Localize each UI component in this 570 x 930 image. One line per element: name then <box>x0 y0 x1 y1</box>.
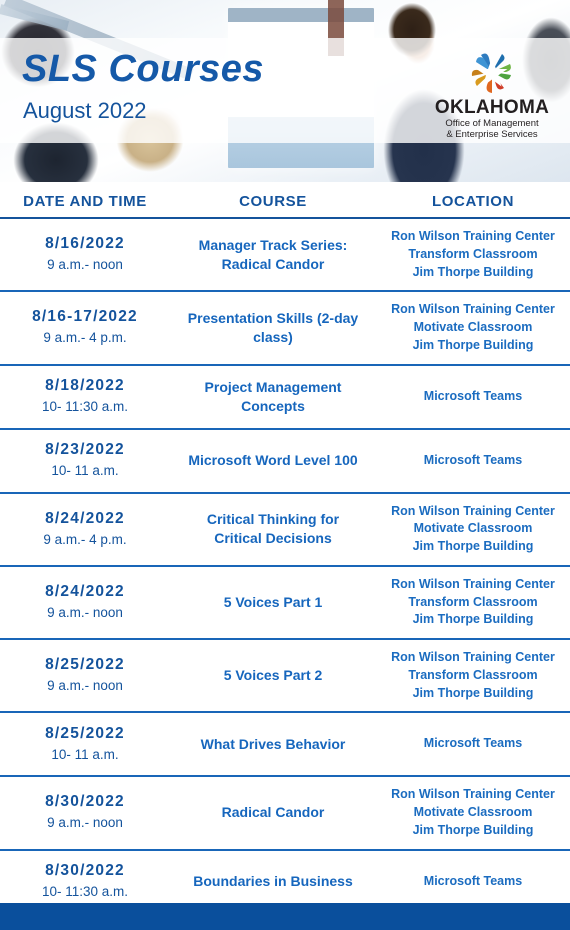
cell-date-and-time: 8/30/2022 9 a.m.- noon <box>0 783 170 842</box>
page-subtitle: August 2022 <box>23 98 147 123</box>
location-line: Ron Wilson Training Center <box>391 650 555 664</box>
course-time: 9 a.m.- noon <box>47 815 123 831</box>
table-row: 8/30/2022 9 a.m.- noon Radical Candor Ron W… <box>0 777 570 851</box>
cell-date-and-time: 8/25/2022 10- 11 a.m. <box>0 715 170 774</box>
cell-location: Microsoft Teams <box>376 726 570 762</box>
course-date: 8/18/2022 <box>45 377 125 395</box>
location-line: Jim Thorpe Building <box>412 612 534 627</box>
location-line: Ron Wilson Training Center <box>391 787 555 802</box>
location-line: Microsoft Teams <box>423 452 523 467</box>
cell-course-title: Boundaries in Business <box>193 873 353 890</box>
oklahoma-omes-pinwheel-logo-icon <box>471 53 511 93</box>
cell-location: Ron Wilson Training Center Transform Clas… <box>376 219 570 290</box>
cell-course-title: Critical Thinking for Critical Decisions <box>206 511 340 547</box>
location-line: Jim Thorpe Building <box>412 685 534 700</box>
location-line: Microsoft Teams <box>423 873 523 888</box>
logo-agency-line-2: & Enterprise Services <box>446 129 538 141</box>
course-time: 9 a.m.- noon <box>47 678 123 694</box>
omes-logo: OKLAHOMA Office of Management & Enterpri… <box>432 47 552 140</box>
cell-location: Microsoft Teams <box>376 379 570 415</box>
column-header-date-and-time: DATE AND TIME <box>23 192 147 210</box>
cell-course-title: Microsoft Word Level 100 <box>188 452 358 469</box>
location-line: Jim Thorpe Building <box>412 264 534 279</box>
table-row: 8/23/2022 10- 11 a.m. Microsoft Word Level… <box>0 430 570 494</box>
cell-course-title: Project Management Concepts <box>204 378 342 414</box>
cell-location: Ron Wilson Training Center Motivate Class… <box>376 494 570 565</box>
location-line: Microsoft Teams <box>423 388 523 403</box>
cell-date-and-time: 8/23/2022 10- 11 a.m. <box>0 431 170 490</box>
cell-course-title: 5 Voices Part 1 <box>223 593 323 610</box>
course-date: 8/16-17/2022 <box>32 308 138 326</box>
table-row: 8/24/2022 9 a.m.- noon 5 Voices Part 1 Ron … <box>0 567 570 640</box>
cell-location: Ron Wilson Training Center Motivate Class… <box>376 292 570 363</box>
table-body: 8/16/2022 9 a.m.- noon Manager Track Serie… <box>0 219 570 915</box>
course-time: 10- 11 a.m. <box>51 463 119 479</box>
cell-date-and-time: 8/16-17/2022 9 a.m.- 4 p.m. <box>0 298 170 357</box>
footer-bar <box>0 903 570 930</box>
table-row: 8/16-17/2022 9 a.m.- 4 p.m. Presentation S… <box>0 292 570 366</box>
cell-course-title: Radical Candor <box>221 804 325 821</box>
page-title: SLS Courses <box>22 48 265 90</box>
cell-date-and-time: 8/18/2022 10- 11:30 a.m. <box>0 367 170 426</box>
location-line: Motivate Classroom <box>413 805 533 819</box>
column-header-location: LOCATION <box>431 192 514 210</box>
course-date: 8/30/2022 <box>45 793 125 811</box>
location-line: Jim Thorpe Building <box>412 539 534 553</box>
table-row: 8/18/2022 10- 11:30 a.m. Project Managemen… <box>0 366 570 430</box>
cell-date-and-time: 8/16/2022 9 a.m.- noon <box>0 225 170 284</box>
course-date: 8/30/2022 <box>45 862 125 880</box>
course-time: 9 a.m.- 4 p.m. <box>43 531 127 547</box>
cell-date-and-time: 8/24/2022 9 a.m.- 4 p.m. <box>0 500 170 559</box>
course-schedule-table: DATE AND TIME COURSE LOCATION 8/16/2022 9… <box>0 182 570 915</box>
course-time: 10- 11:30 a.m. <box>41 399 129 415</box>
location-line: Transform Classroom <box>408 667 538 682</box>
location-line: Motivate Classroom <box>413 320 533 334</box>
course-time: 10- 11 a.m. <box>51 746 119 762</box>
course-time: 10- 11:30 a.m. <box>41 884 129 900</box>
flyer-page: SLS Courses August 2022 OKLAHOMA Office … <box>0 0 570 930</box>
hero-banner: SLS Courses August 2022 OKLAHOMA Office … <box>0 0 570 182</box>
course-date: 8/16/2022 <box>45 235 125 253</box>
course-date: 8/25/2022 <box>45 656 125 674</box>
logo-agency-line-1: Office of Management <box>445 117 539 129</box>
location-line: Microsoft Teams <box>423 736 523 751</box>
table-row: 8/24/2022 9 a.m.- 4 p.m. Critical Thinking… <box>0 494 570 567</box>
course-time: 9 a.m.- 4 p.m. <box>43 330 127 346</box>
cell-date-and-time: 8/25/2022 9 a.m.- noon <box>0 646 170 705</box>
cell-course-title: 5 Voices Part 2 <box>223 667 323 684</box>
course-time: 9 a.m.- noon <box>47 257 123 273</box>
table-row: 8/25/2022 9 a.m.- noon 5 Voices Part 2 Ron … <box>0 640 570 714</box>
column-header-course: COURSE <box>239 192 307 210</box>
cell-course-title: What Drives Behavior <box>200 735 346 752</box>
location-line: Ron Wilson Training Center <box>391 302 555 317</box>
cell-location: Microsoft Teams <box>376 443 570 479</box>
location-line: Ron Wilson Training Center <box>391 503 555 518</box>
course-date: 8/25/2022 <box>45 724 125 742</box>
table-header-row: DATE AND TIME COURSE LOCATION <box>0 182 570 216</box>
course-date: 8/23/2022 <box>45 441 125 459</box>
cell-course-title: Presentation Skills (2-day class) <box>187 309 359 345</box>
course-time: 9 a.m.- noon <box>47 604 123 620</box>
cell-location: Ron Wilson Training Center Motivate Class… <box>376 777 570 848</box>
table-row: 8/16/2022 9 a.m.- noon Manager Track Serie… <box>0 219 570 293</box>
location-line: Transform Classroom <box>408 594 538 609</box>
location-line: Transform Classroom <box>408 246 538 261</box>
location-line: Motivate Classroom <box>413 521 533 536</box>
course-date: 8/24/2022 <box>45 509 125 527</box>
location-line: Ron Wilson Training Center <box>391 229 555 243</box>
location-line: Jim Thorpe Building <box>412 822 534 837</box>
cell-location: Ron Wilson Training Center Transform Clas… <box>376 567 570 638</box>
table-row: 8/25/2022 10- 11 a.m. What Drives Behavior… <box>0 713 570 778</box>
location-line: Jim Thorpe Building <box>412 337 534 352</box>
cell-location: Microsoft Teams <box>376 864 570 900</box>
logo-state-text: OKLAHOMA <box>434 97 550 118</box>
location-line: Ron Wilson Training Center <box>391 576 555 591</box>
cell-date-and-time: 8/24/2022 9 a.m.- noon <box>0 573 170 632</box>
cell-location: Ron Wilson Training Center Transform Clas… <box>376 640 570 711</box>
cell-course-title: Manager Track Series: Radical Candor <box>198 236 348 272</box>
course-date: 8/24/2022 <box>45 582 125 600</box>
